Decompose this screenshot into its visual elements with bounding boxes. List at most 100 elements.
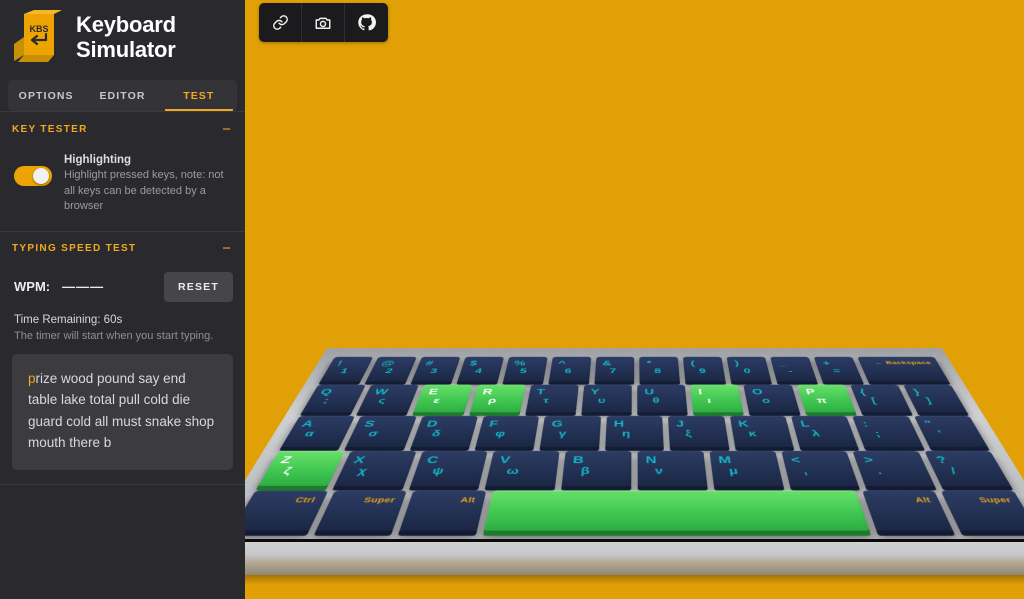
highlighting-texts: Highlighting Highlight pressed keys, not…: [64, 154, 233, 215]
typing-prompt-box[interactable]: prize wood pound say end table lake tota…: [12, 353, 233, 470]
key-c[interactable]: Cψ: [409, 450, 489, 486]
timer-hint: The timer will start when you start typi…: [14, 329, 214, 342]
key--[interactable]: + =: [813, 356, 863, 382]
key-s[interactable]: Sσ: [346, 415, 417, 447]
key-sub-legend: ': [936, 429, 945, 439]
key-main-legend: (: [690, 359, 696, 368]
key-main-legend: S: [362, 418, 377, 429]
key-u[interactable]: Uθ: [637, 384, 688, 413]
collapse-icon[interactable]: −: [220, 241, 233, 256]
key-main-legend: W: [372, 387, 390, 397]
key-sub-legend: χ: [355, 466, 369, 477]
key-main-legend: M: [717, 454, 732, 466]
keyboard-stage: ! 1 @2 #3 $4% 5 ^ 6 & 7 * 8(9) 0 _ - + = ← Backspace Q; Wς E…: [245, 0, 1024, 599]
key-main-legend: E: [427, 387, 440, 397]
key-f[interactable]: Fφ: [475, 415, 540, 447]
key-j[interactable]: Jξ: [668, 415, 729, 447]
key-word-legend: Alt: [459, 496, 477, 505]
key-k[interactable]: Kκ: [729, 415, 794, 447]
link-icon[interactable]: [259, 3, 302, 42]
key-l[interactable]: Lλ: [790, 415, 859, 447]
key-sub-legend: β: [580, 466, 590, 477]
key-sub-legend: τ: [542, 396, 550, 405]
typing-speed-test-header[interactable]: TYPING SPEED TEST −: [12, 232, 233, 266]
key-m[interactable]: Mμ: [709, 450, 784, 486]
key-g[interactable]: Gγ: [540, 415, 601, 447]
key-sub-legend: 3: [428, 367, 439, 375]
key-alt[interactable]: Alt: [861, 490, 954, 531]
key-main-legend: V: [498, 454, 512, 466]
key-sub-legend: ο: [761, 396, 771, 405]
key--[interactable]: >.: [852, 450, 935, 486]
key-sub-legend: /: [948, 466, 959, 477]
highlighting-toggle[interactable]: [14, 166, 52, 186]
camera-icon[interactable]: [302, 3, 345, 42]
key-x[interactable]: Xχ: [334, 450, 417, 486]
key--[interactable]: _ -: [770, 356, 818, 382]
key--[interactable]: @2: [365, 356, 417, 382]
key-b[interactable]: Bβ: [561, 450, 632, 486]
key-p[interactable]: Pπ: [796, 384, 856, 413]
key-h[interactable]: Hη: [605, 415, 664, 447]
keyboard-row: Q; Wς Eε Rρ Tτ Yυ Uθ Iι Oο Pπ{[}]: [301, 384, 968, 413]
key--[interactable]: #3: [411, 356, 461, 382]
key-main-legend: #: [424, 359, 435, 368]
section-key-tester: KEY TESTER − Highlighting Highlight pres…: [0, 111, 245, 232]
key-main-legend: ": [922, 418, 935, 429]
collapse-icon[interactable]: −: [220, 122, 233, 137]
toolbar: [259, 3, 388, 42]
key-main-legend: <: [789, 454, 802, 466]
key--[interactable]: {[: [849, 384, 912, 413]
app-root: KBS Keyboard Simulator OPTIONS EDITOR TE…: [0, 0, 1024, 599]
highlighting-row: Highlighting Highlight pressed keys, not…: [12, 146, 233, 231]
key-ctrl[interactable]: Ctrl: [245, 490, 328, 531]
key-super[interactable]: Super: [315, 490, 408, 531]
tab-test[interactable]: TEST: [161, 80, 237, 111]
keyboard-rows: ! 1 @2 #3 $4% 5 ^ 6 & 7 * 8(9) 0 _ - + = ← Backspace Q; Wς E…: [245, 356, 1024, 536]
key--[interactable]: ) 0: [726, 356, 772, 382]
key--[interactable]: :;: [852, 415, 923, 447]
key-e[interactable]: Eε: [413, 384, 473, 413]
toggle-knob: [33, 168, 49, 184]
key-main-legend: >: [861, 454, 876, 466]
key-alt[interactable]: Alt: [399, 490, 487, 531]
key-n[interactable]: Nν: [637, 450, 708, 486]
key--[interactable]: <,: [780, 450, 859, 486]
keyboard-case-front: [245, 539, 1024, 575]
key-d[interactable]: Dδ: [410, 415, 479, 447]
key--[interactable]: % 5: [502, 356, 548, 382]
key--[interactable]: & 7: [594, 356, 635, 382]
key-w[interactable]: Wς: [357, 384, 420, 413]
key--[interactable]: (9: [683, 356, 726, 382]
key-t[interactable]: Tτ: [525, 384, 579, 413]
key-o[interactable]: Oο: [743, 384, 800, 413]
app-title-line2: Simulator: [76, 37, 176, 62]
key--[interactable]: $4: [457, 356, 504, 382]
key--[interactable]: * 8: [639, 356, 681, 382]
github-icon[interactable]: [345, 3, 388, 42]
key-sub-legend: ρ: [487, 396, 498, 405]
key-super[interactable]: Super: [940, 490, 1024, 531]
key-main-legend: +: [821, 359, 832, 368]
key-main-legend: Q: [318, 387, 335, 397]
key-v[interactable]: Vω: [485, 450, 560, 486]
key-i[interactable]: Iι: [690, 384, 744, 413]
reset-button[interactable]: RESET: [163, 271, 233, 302]
key-sub-legend: ;: [321, 396, 331, 405]
key-sub-legend: [: [869, 396, 878, 405]
key-sub-legend: α: [302, 429, 317, 439]
key-space[interactable]: [483, 490, 870, 531]
tab-editor[interactable]: EDITOR: [84, 80, 160, 111]
key-main-legend: :: [860, 418, 870, 429]
key-main-legend: I: [697, 387, 703, 397]
key-word-legend: Super: [362, 496, 397, 505]
key-sub-legend: .: [875, 466, 884, 477]
key-r[interactable]: Rρ: [469, 384, 526, 413]
key-main-legend: ): [733, 359, 740, 368]
key--backspace[interactable]: ← Backspace: [857, 356, 949, 382]
key-tester-header[interactable]: KEY TESTER −: [12, 112, 233, 146]
key-y[interactable]: Yυ: [581, 384, 632, 413]
tab-options[interactable]: OPTIONS: [8, 80, 84, 111]
key--[interactable]: ^ 6: [548, 356, 591, 382]
wpm-value: ———: [62, 279, 105, 295]
